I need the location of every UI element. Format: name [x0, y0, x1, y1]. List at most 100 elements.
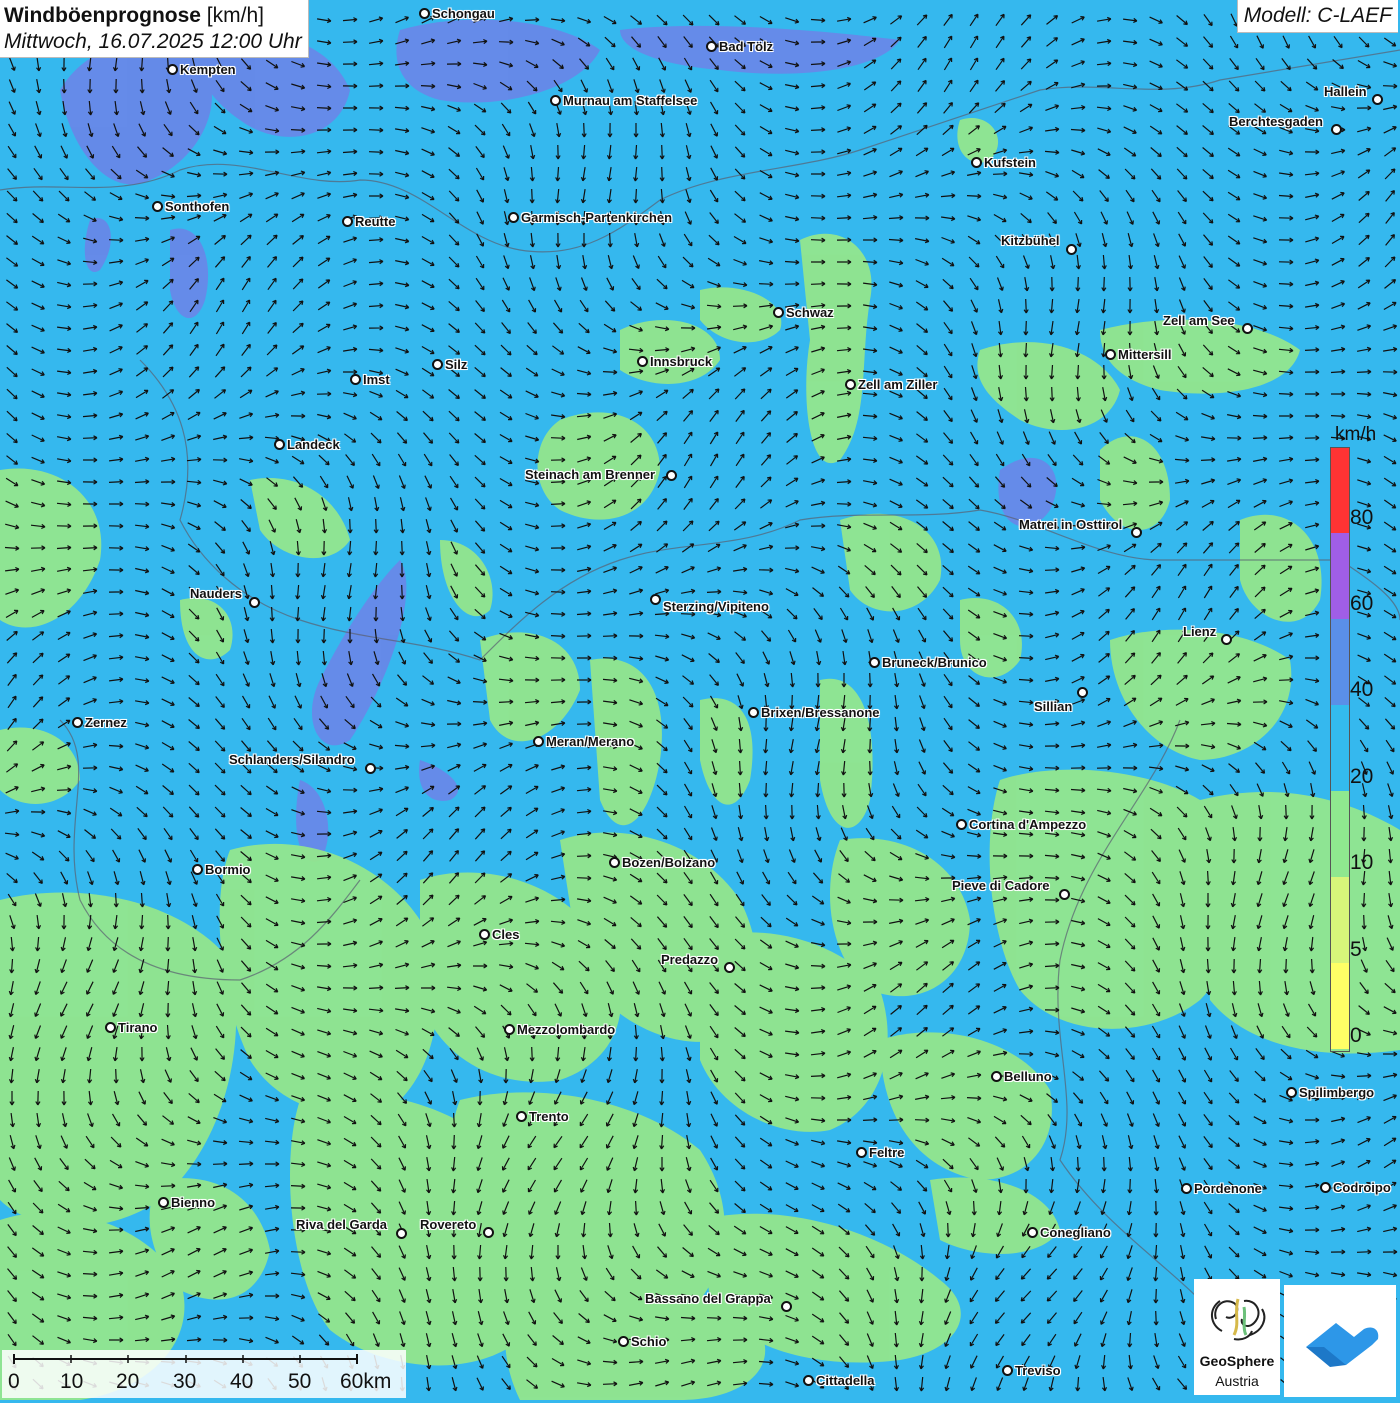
city-label: Kempten	[180, 62, 236, 77]
city-label: Treviso	[1015, 1363, 1061, 1378]
city-dot-icon	[1286, 1087, 1297, 1098]
legend-tick-label: 40	[1350, 678, 1374, 701]
city-label: Sonthofen	[165, 199, 230, 214]
city-label: Innsbruck	[650, 354, 713, 369]
city-dot-icon	[550, 95, 561, 106]
city-label: Zell am Ziller	[858, 377, 938, 392]
legend-tick-label: 0	[1350, 1024, 1362, 1047]
city-label: Feltre	[869, 1145, 905, 1160]
city-label: Bruneck/Brunico	[882, 655, 987, 670]
city-dot-icon	[105, 1022, 116, 1033]
city-dot-icon	[618, 1336, 629, 1347]
map-subtitle: Mittwoch, 16.07.2025 12:00 Uhr	[4, 30, 302, 53]
city-label: Cortina d'Ampezzo	[969, 817, 1087, 832]
city-dot-icon	[483, 1227, 494, 1238]
city-label: Sterzing/Vipiteno	[663, 599, 769, 614]
city-dot-icon	[274, 439, 285, 450]
city-dot-icon	[1077, 687, 1088, 698]
legend-color-segment	[1331, 963, 1349, 1049]
city-label: Codroipo	[1333, 1180, 1391, 1195]
city-dot-icon	[650, 594, 661, 605]
city-dot-icon	[803, 1375, 814, 1386]
map-title-box: Windböenprognose [km/h] Mittwoch, 16.07.…	[0, 0, 309, 58]
model-label: Modell: C-LAEF	[1236, 0, 1398, 33]
city-label: Nauders	[190, 586, 243, 601]
scale-label: 20	[116, 1370, 140, 1393]
scale-label: 10	[60, 1370, 84, 1393]
city-dot-icon	[666, 470, 677, 481]
city-label: Reutte	[355, 214, 396, 229]
city-label: Predazzo	[661, 952, 719, 967]
city-dot-icon	[781, 1301, 792, 1312]
city-label: Garmisch-Partenkirchen	[521, 210, 673, 225]
scale-label: 30	[173, 1370, 197, 1393]
city-label: Schongau	[432, 6, 495, 21]
city-label: Landeck	[287, 437, 340, 452]
city-label: Bad Tölz	[719, 39, 774, 54]
city-dot-icon	[1242, 323, 1253, 334]
legend-color-bar	[1330, 447, 1350, 1052]
city-label: Spilimbergo	[1299, 1085, 1375, 1100]
city-label: Berchtesgaden	[1229, 114, 1323, 129]
city-dot-icon	[342, 216, 353, 227]
city-label: Brixen/Bressanone	[761, 705, 880, 720]
city-label: Cles	[492, 927, 520, 942]
legend-tick-label: 80	[1350, 506, 1374, 529]
city-label: Belluno	[1004, 1069, 1052, 1084]
city-dot-icon	[72, 717, 83, 728]
city-dot-icon	[158, 1197, 169, 1208]
city-label: Mezzolombardo	[517, 1022, 616, 1037]
city-dot-icon	[1059, 889, 1070, 900]
city-dot-icon	[748, 707, 759, 718]
legend-tick-label: 5	[1350, 938, 1362, 961]
city-dot-icon	[1221, 634, 1232, 645]
city-dot-icon	[508, 212, 519, 223]
city-dot-icon	[533, 736, 544, 747]
city-label: Matrei in Osttirol	[1019, 517, 1123, 532]
city-label: Lienz	[1183, 624, 1217, 639]
city-dot-icon	[991, 1071, 1002, 1082]
city-label: Cittadella	[816, 1373, 875, 1388]
city-label: Schwaz	[786, 305, 834, 320]
legend-color-segment	[1331, 877, 1349, 963]
map-title-text: Windböenprognose	[4, 4, 201, 27]
city-dot-icon	[350, 374, 361, 385]
city-label: Steinach am Brenner	[525, 467, 656, 482]
city-dot-icon	[1331, 124, 1342, 135]
scale-label: 60km	[340, 1370, 392, 1393]
city-dot-icon	[1131, 527, 1142, 538]
legend-color-segment	[1331, 533, 1349, 619]
city-dot-icon	[1320, 1182, 1331, 1193]
city-dot-icon	[1027, 1227, 1038, 1238]
legend-color-segment	[1331, 705, 1349, 791]
city-label: Kitzbühel	[1001, 233, 1060, 248]
legend-tick-label: 20	[1350, 765, 1374, 788]
city-label: Bienno	[171, 1195, 216, 1210]
city-dot-icon	[1372, 94, 1383, 105]
city-dot-icon	[845, 379, 856, 390]
city-dot-icon	[609, 857, 620, 868]
city-dot-icon	[1066, 244, 1077, 255]
city-dot-icon	[504, 1024, 515, 1035]
geosphere-name: GeoSphere	[1199, 1353, 1275, 1369]
city-dot-icon	[724, 962, 735, 973]
city-dot-icon	[249, 597, 260, 608]
scale-label: 0	[8, 1370, 20, 1393]
city-label: Riva del Garda	[296, 1217, 388, 1232]
geosphere-logo-icon	[1211, 1298, 1266, 1341]
city-dot-icon	[637, 356, 648, 367]
legend-color-segment	[1331, 619, 1349, 705]
city-dot-icon	[856, 1147, 867, 1158]
city-label: Trento	[529, 1109, 569, 1124]
city-label: Bassano del Grappa	[645, 1291, 771, 1306]
city-dot-icon	[365, 763, 376, 774]
city-label: Bormio	[205, 862, 251, 877]
city-dot-icon	[1105, 349, 1116, 360]
map-title-unit: [km/h]	[200, 4, 264, 27]
city-label: Conegliano	[1040, 1225, 1111, 1240]
scale-label: 50	[288, 1370, 312, 1393]
city-label: Meran/Merano	[546, 734, 635, 749]
weather-app-logo	[1284, 1285, 1396, 1397]
city-label: Tirano	[118, 1020, 158, 1035]
legend-tick-label: 10	[1350, 851, 1374, 874]
